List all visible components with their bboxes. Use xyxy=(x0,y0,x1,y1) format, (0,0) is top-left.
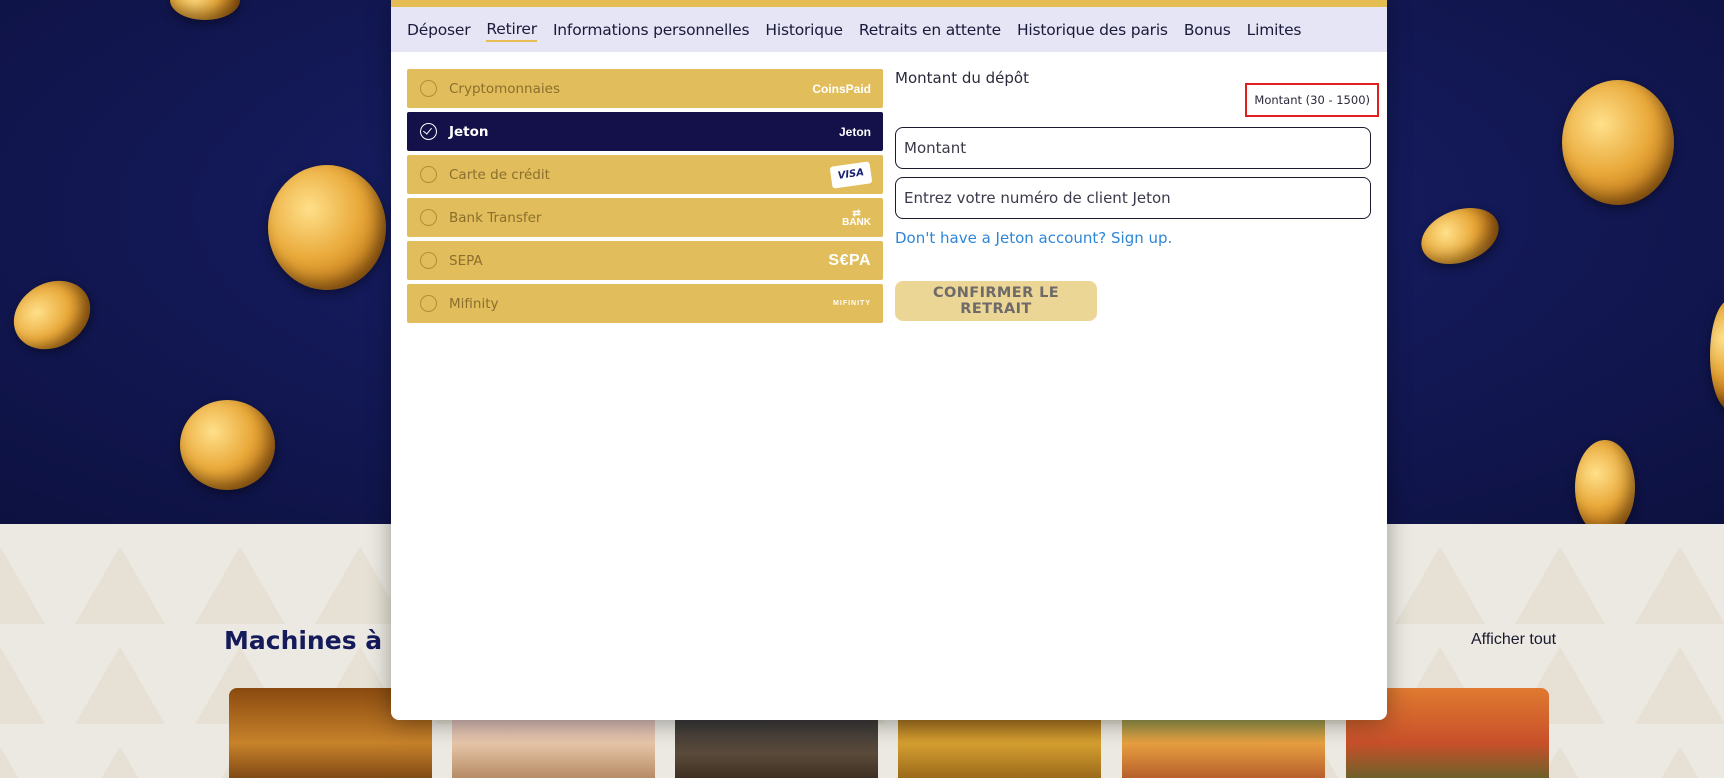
coinspaid-logo-icon: CoinsPaid xyxy=(812,81,871,96)
radio-icon xyxy=(420,80,437,97)
amount-range-label: Montant (30 - 1500) xyxy=(1245,83,1379,117)
coin-decoration xyxy=(1413,197,1507,275)
method-bank-transfer[interactable]: Bank Transfer ⇄ BANK xyxy=(407,198,883,237)
method-label: Mifinity xyxy=(449,295,499,312)
method-label: Cryptomonnaies xyxy=(449,80,560,97)
check-circle-icon xyxy=(420,123,437,140)
radio-icon xyxy=(420,209,437,226)
signup-link[interactable]: Don't have a Jeton account? Sign up. xyxy=(895,229,1172,247)
modal-accent-bar xyxy=(391,0,1387,7)
payment-method-list: Cryptomonnaies CoinsPaid Jeton Jeton Car… xyxy=(407,69,883,327)
method-label: Jeton xyxy=(449,123,489,140)
wallet-modal: Déposer Retirer Informations personnelle… xyxy=(391,0,1387,720)
amount-input[interactable] xyxy=(895,127,1371,169)
method-crypto[interactable]: Cryptomonnaies CoinsPaid xyxy=(407,69,883,108)
tab-bet-history[interactable]: Historique des paris xyxy=(1017,19,1168,41)
tab-deposit[interactable]: Déposer xyxy=(407,19,471,41)
tab-pending-withdrawals[interactable]: Retraits en attente xyxy=(859,19,1001,41)
radio-icon xyxy=(420,252,437,269)
radio-icon xyxy=(420,166,437,183)
tab-bonus[interactable]: Bonus xyxy=(1184,19,1231,41)
tab-history[interactable]: Historique xyxy=(765,19,843,41)
coin-decoration xyxy=(170,0,240,20)
bank-logo-icon: ⇄ BANK xyxy=(842,207,871,228)
visa-logo-icon: VISA xyxy=(829,160,873,189)
coin-decoration xyxy=(268,165,386,290)
radio-icon xyxy=(420,295,437,312)
tab-withdraw[interactable]: Retirer xyxy=(486,18,537,42)
coin-decoration xyxy=(1710,300,1724,410)
method-mifinity[interactable]: Mifinity MIFINITY xyxy=(407,284,883,323)
mifinity-logo-icon: MIFINITY xyxy=(833,300,871,307)
confirm-withdraw-button[interactable]: CONFIRMER LE RETRAIT xyxy=(895,281,1097,321)
method-label: Bank Transfer xyxy=(449,209,542,226)
withdraw-form: Montant du dépôt Montant (30 - 1500) Don… xyxy=(895,69,1379,321)
sepa-logo-icon: S€PA xyxy=(828,251,871,269)
tab-bar: Déposer Retirer Informations personnelle… xyxy=(391,7,1387,52)
method-sepa[interactable]: SEPA S€PA xyxy=(407,241,883,280)
coin-decoration xyxy=(1562,80,1674,205)
method-label: Carte de crédit xyxy=(449,166,550,183)
coin-decoration xyxy=(1575,440,1635,524)
method-credit-card[interactable]: Carte de crédit VISA xyxy=(407,155,883,194)
client-number-input[interactable] xyxy=(895,177,1371,219)
coin-decoration xyxy=(1,267,103,363)
view-all-link[interactable]: Afficher tout xyxy=(1471,631,1556,649)
tab-personal-info[interactable]: Informations personnelles xyxy=(553,19,750,41)
tab-limits[interactable]: Limites xyxy=(1247,19,1302,41)
method-jeton[interactable]: Jeton Jeton xyxy=(407,112,883,151)
section-title: Machines à S xyxy=(224,626,409,655)
jeton-logo-icon: Jeton xyxy=(838,124,871,139)
method-label: SEPA xyxy=(449,252,483,269)
coin-decoration xyxy=(180,400,275,490)
